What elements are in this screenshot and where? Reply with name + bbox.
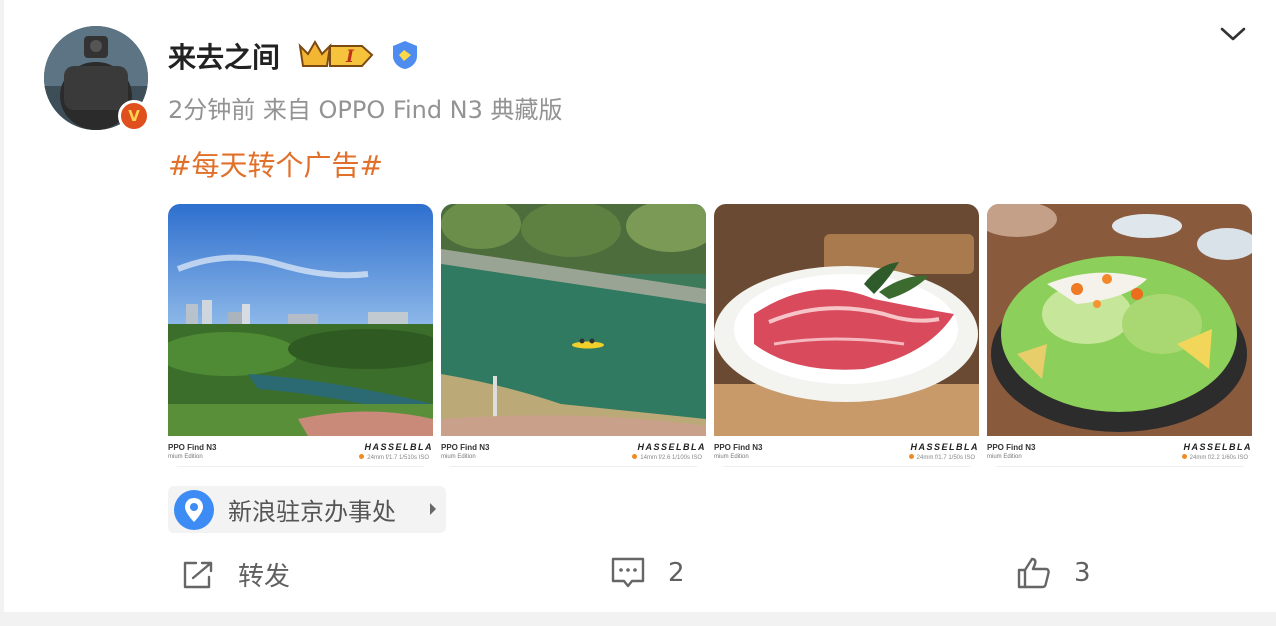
photo-caption-strip: PPO Find N3 mium Edition HASSELBLA 14mm … — [441, 436, 706, 467]
repost-button[interactable]: 转发 — [180, 556, 290, 593]
photo-edition: mium Edition — [987, 454, 1022, 460]
repost-label: 转发 — [238, 562, 291, 592]
user-name[interactable]: 来去之间 — [168, 36, 280, 76]
photo-spec: 24mm f/1.7 1/510s ISO — [359, 454, 429, 461]
location-name: 新浪驻京办事处 — [228, 498, 396, 526]
weibo-post-card: V 来去之间 I 2分钟前 来自 OPPO Find N3 典藏版 #每天转个广… — [4, 0, 1276, 612]
photo-brand: HASSELBLA — [910, 442, 979, 452]
photo-caption-strip: PPO Find N3 mium Edition HASSELBLA 24mm … — [987, 436, 1252, 467]
thumbs-up-icon — [1017, 557, 1050, 589]
photo-spec-text: 24mm f/2.2 1/60s ISO — [1189, 455, 1248, 461]
photo-edition: mium Edition — [441, 454, 476, 460]
photo-device: PPO Find N3 — [441, 443, 490, 452]
post-meta: 2分钟前 来自 OPPO Find N3 典藏版 — [168, 96, 563, 124]
photo-edition: mium Edition — [714, 454, 749, 460]
svg-text:I: I — [345, 47, 355, 67]
photo-salad-bowl[interactable]: PPO Find N3 mium Edition HASSELBLA 24mm … — [987, 204, 1252, 467]
photo-brand: HASSELBLA — [364, 442, 433, 452]
location-pin-icon — [174, 489, 214, 530]
location-tag[interactable]: 新浪驻京办事处 — [168, 486, 446, 533]
share-icon — [183, 561, 213, 588]
photo-brand: HASSELBLA — [1183, 442, 1252, 452]
photo-park-skyline[interactable]: PPO Find N3 mium Edition HASSELBLA 24mm … — [168, 204, 433, 467]
photo-brand: HASSELBLA — [637, 442, 706, 452]
photo-spec-text: 14mm f/2.6 1/100s ISO — [640, 455, 702, 461]
comment-button[interactable]: 2 — [610, 556, 685, 590]
photo-edition: mium Edition — [168, 454, 203, 460]
photo-grid: PPO Find N3 mium Edition HASSELBLA 24mm … — [168, 204, 1252, 467]
avatar[interactable]: V — [44, 26, 150, 132]
like-button[interactable]: 3 — [1016, 556, 1091, 590]
photo-beef-slices[interactable]: PPO Find N3 mium Edition HASSELBLA 24mm … — [714, 204, 979, 467]
photo-device: PPO Find N3 — [168, 443, 217, 452]
photo-caption-strip: PPO Find N3 mium Edition HASSELBLA 24mm … — [714, 436, 979, 467]
photo-spec: 24mm f/1.7 1/50s ISO — [908, 454, 975, 461]
comment-icon — [611, 557, 645, 588]
like-count: 3 — [1074, 558, 1091, 588]
photo-spec-text: 24mm f/1.7 1/510s ISO — [367, 455, 429, 461]
photo-spec-text: 24mm f/1.7 1/50s ISO — [916, 455, 975, 461]
photo-device: PPO Find N3 — [987, 443, 1036, 452]
topic-hashtag[interactable]: #每天转个广告# — [168, 144, 383, 184]
verified-v-badge: V — [118, 100, 150, 132]
photo-river-boat[interactable]: PPO Find N3 mium Edition HASSELBLA 14mm … — [441, 204, 706, 467]
photo-device: PPO Find N3 — [714, 443, 763, 452]
chevron-down-icon[interactable] — [1218, 22, 1248, 50]
photo-caption-strip: PPO Find N3 mium Edition HASSELBLA 24mm … — [168, 436, 433, 467]
comment-count: 2 — [668, 558, 685, 588]
photo-spec: 14mm f/2.6 1/100s ISO — [632, 454, 702, 461]
verified-badge-icon[interactable] — [390, 40, 420, 74]
chevron-right-icon — [430, 503, 436, 515]
photo-spec: 24mm f/2.2 1/60s ISO — [1181, 454, 1248, 461]
crown-vip-icon[interactable]: I — [296, 38, 374, 76]
